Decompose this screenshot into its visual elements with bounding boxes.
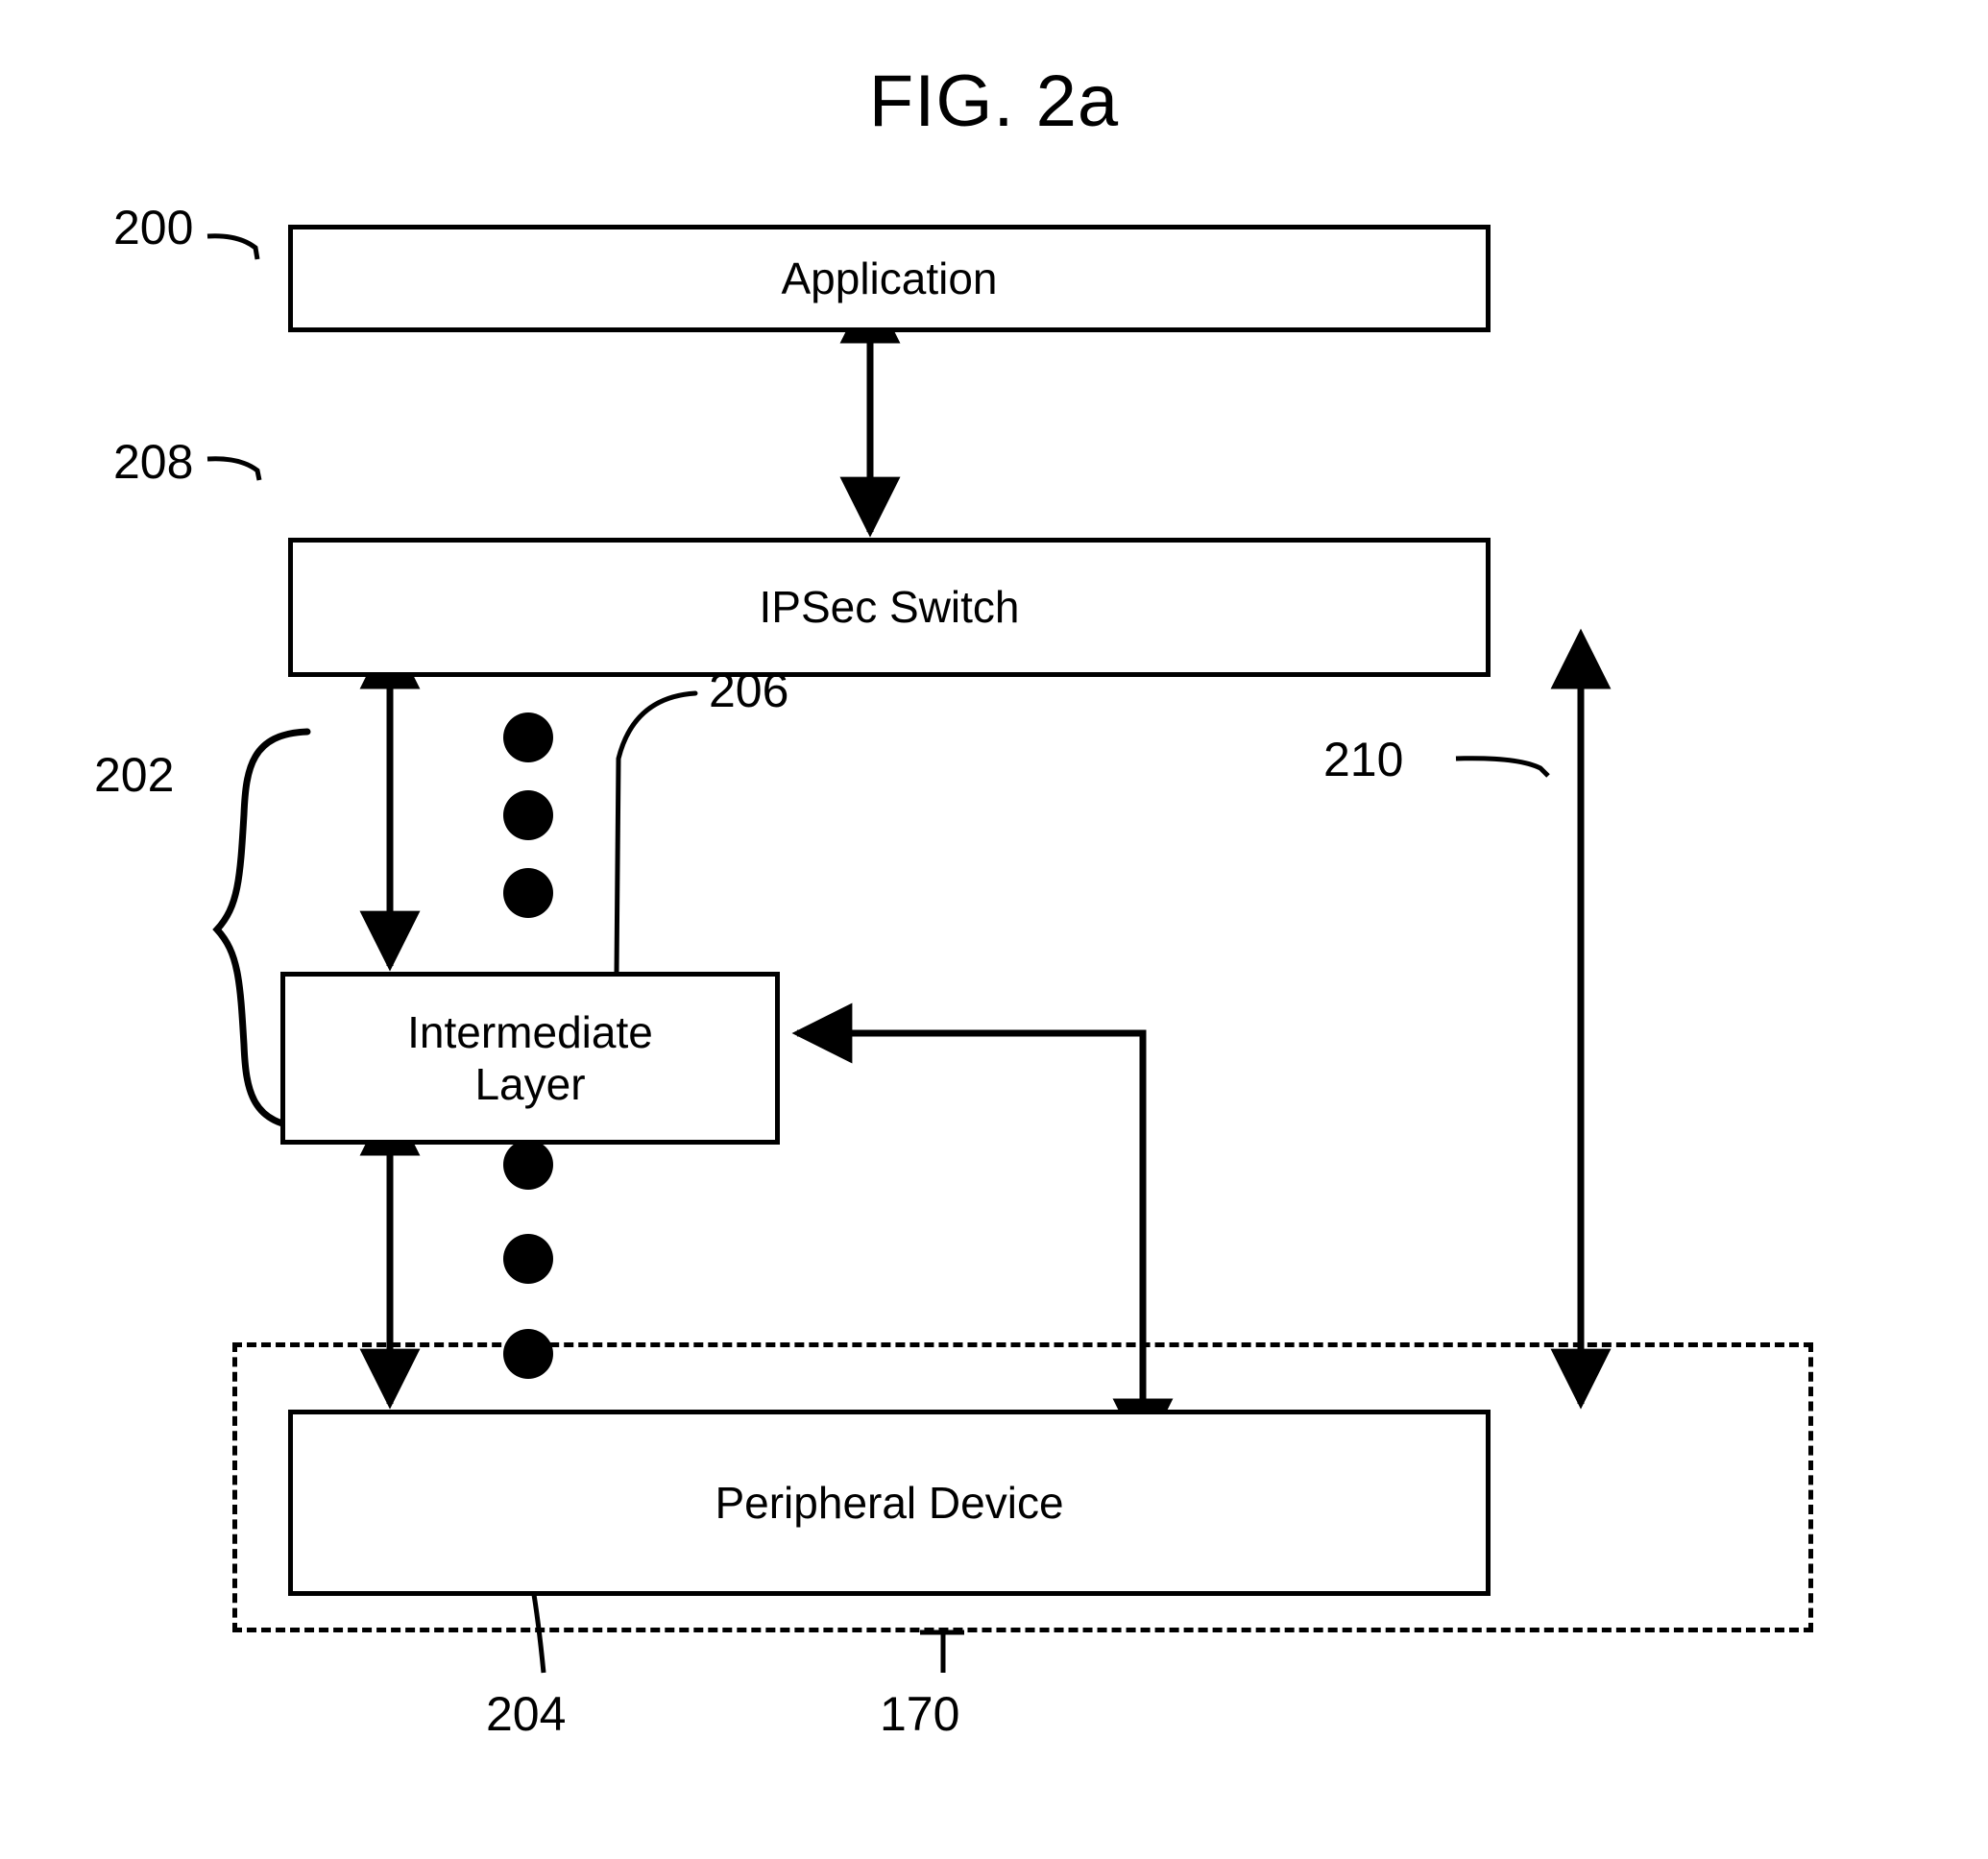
reference-numeral-202: 202 — [94, 748, 175, 802]
leader-206 — [614, 690, 698, 975]
box-peripheral-device: Peripheral Device — [288, 1410, 1491, 1596]
ellipsis-dots-upper — [503, 712, 553, 918]
leader-208 — [206, 456, 262, 481]
reference-numeral-210: 210 — [1323, 733, 1404, 786]
box-intermediate-layer-line1: Intermediate — [407, 1006, 653, 1057]
box-application-label: Application — [781, 253, 998, 303]
reference-numeral-204: 204 — [486, 1687, 567, 1741]
box-ipsec-switch: IPSec Switch — [288, 538, 1491, 677]
reference-numeral-208: 208 — [113, 435, 194, 489]
reference-numeral-206: 206 — [709, 664, 789, 717]
box-application: Application — [288, 225, 1491, 332]
leader-170 — [920, 1630, 964, 1673]
reference-numeral-200: 200 — [113, 201, 194, 254]
box-intermediate-layer-line2: Layer — [474, 1059, 586, 1109]
box-ipsec-switch-label: IPSec Switch — [759, 582, 1020, 633]
box-peripheral-device-label: Peripheral Device — [715, 1477, 1064, 1528]
box-intermediate-layer: Intermediate Layer — [280, 972, 780, 1145]
leader-200 — [206, 233, 260, 260]
reference-numeral-170: 170 — [880, 1687, 960, 1741]
patent-figure-2a: FIG. 2a Application IPSec Switch Interme… — [0, 0, 1988, 1859]
box-intermediate-layer-label: Intermediate Layer — [394, 1006, 667, 1111]
leader-210 — [1455, 756, 1550, 778]
